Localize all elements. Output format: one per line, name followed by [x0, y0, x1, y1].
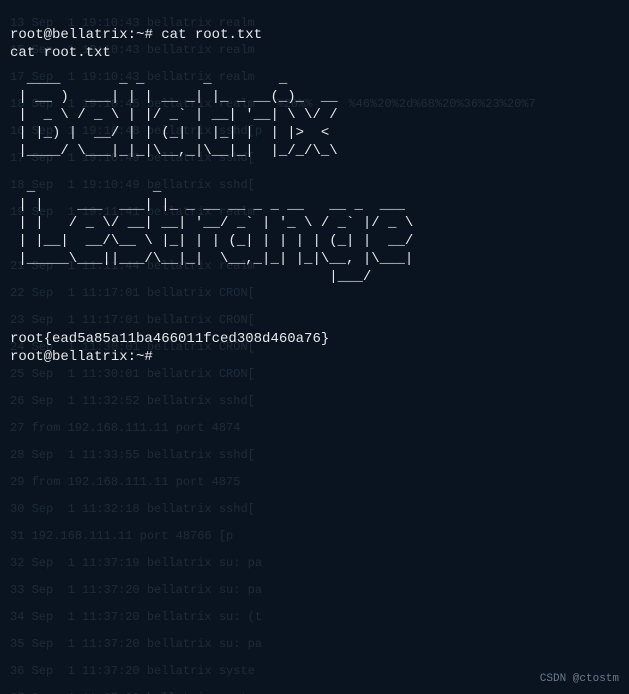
- ascii-art-banner: ____ _ _ _ _ | __ ) ___| | | __ _| |_ _ …: [10, 70, 619, 286]
- prompt-user: root: [10, 27, 44, 43]
- prompt-host: bellatrix: [52, 27, 128, 43]
- watermark-text: CSDN @ctostm: [540, 672, 619, 686]
- final-prompt[interactable]: root@bellatrix:~#: [10, 349, 161, 365]
- flag-text: root{ead5a85a11ba466011fced308d460a76}: [10, 331, 329, 347]
- prompt-line: root@bellatrix:~# cat root.txt: [10, 27, 262, 43]
- terminal-output[interactable]: root@bellatrix:~# cat root.txt cat root.…: [0, 0, 629, 374]
- prompt-symbol: #: [144, 27, 152, 43]
- command-text: cat root.txt: [161, 27, 262, 43]
- command-echo: cat root.txt: [10, 45, 111, 61]
